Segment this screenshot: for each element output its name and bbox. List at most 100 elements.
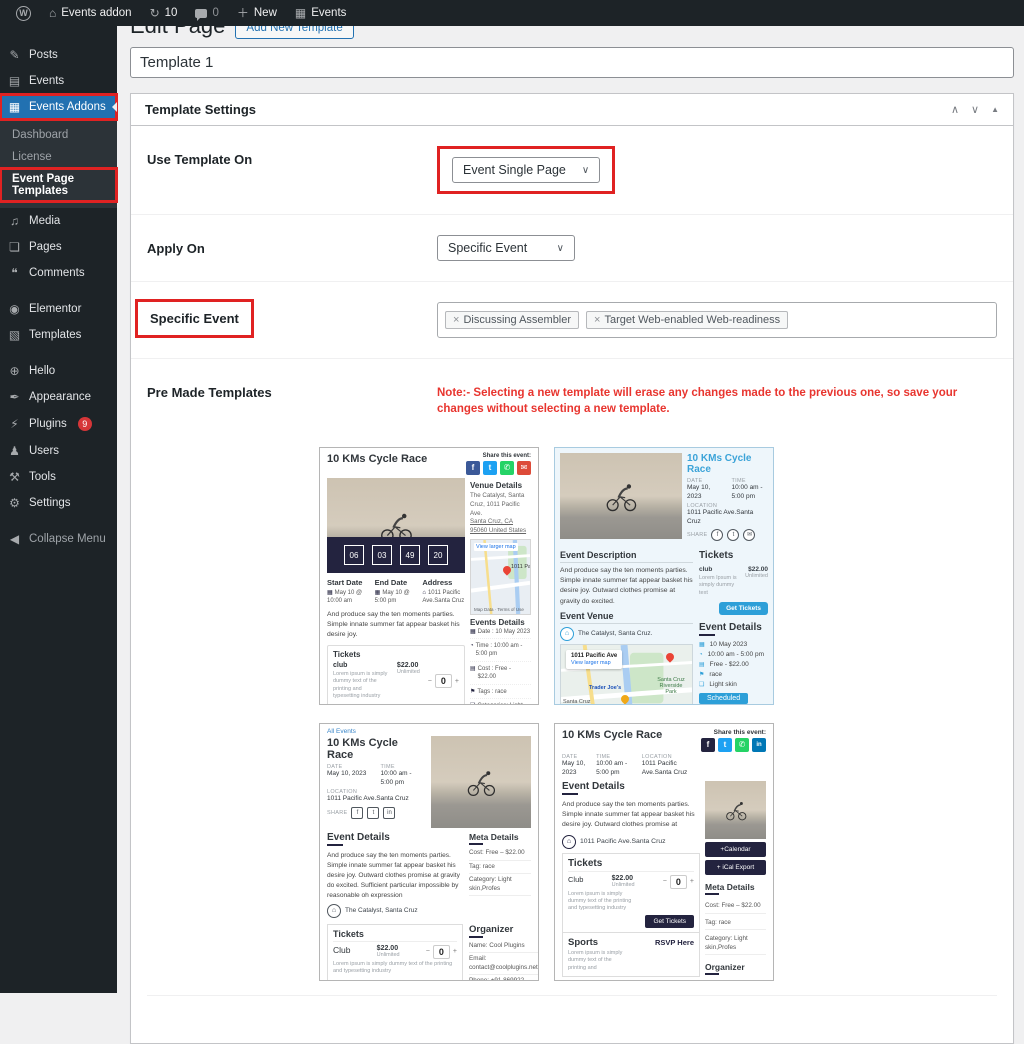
share-label: SHARE [327,810,347,816]
comments-icon [195,9,207,18]
comments-menu[interactable]: 0 [187,0,226,26]
selected-event-chip[interactable]: × Discussing Assembler [445,311,579,329]
organizer-name: Name: Cool Plugins [705,980,766,981]
wrench-icon: ⚒ [8,471,21,483]
events-addons-submenu: Dashboard License Event Page Templates [0,120,117,208]
adminbar-events-menu[interactable]: ▦ Events [287,0,355,26]
linkedin-icon[interactable]: in [752,738,766,752]
sidebar-item-pages[interactable]: ❏ Pages [0,234,117,260]
plus-icon[interactable]: + [455,678,459,685]
twitter-icon[interactable]: t [483,461,497,475]
facebook-icon[interactable]: f [351,807,363,819]
organizer-email: Email: contact@coolplugins.net [469,953,538,975]
quantity-stepper[interactable]: − 0 + [663,875,694,889]
address-label: Address [422,578,465,587]
twitter-icon[interactable]: t [727,529,739,541]
twitter-icon[interactable]: t [718,738,732,752]
premade-templates-grid: 10 KMs Cycle Race Share this event: f t … [319,447,997,981]
plus-icon[interactable]: + [690,878,694,885]
get-tickets-button[interactable]: Get Tickets [719,602,768,615]
sidebar-subitem-event-page-templates[interactable]: Event Page Templates [0,168,117,202]
quantity-stepper[interactable]: − 0 + [426,945,457,959]
template-name-input[interactable] [130,47,1014,78]
template-settings-panel: Template Settings ∧ ∨ ▲ Use Template On … [130,93,1014,1044]
facebook-icon[interactable]: f [466,461,480,475]
premade-template-1[interactable]: 10 KMs Cycle Race Share this event: f t … [319,447,539,705]
sidebar-subitem-license[interactable]: License [0,146,117,168]
minus-icon[interactable]: − [428,678,432,685]
linkedin-icon[interactable]: in [383,807,395,819]
apply-on-select[interactable]: Specific Event ∨ [437,235,575,261]
get-tickets-button[interactable]: Get Tickets [645,915,694,928]
panel-footer [147,995,997,1023]
remove-tag-icon[interactable]: × [594,314,600,326]
sidebar-item-events-addons[interactable]: ▦ Events Addons [0,94,117,120]
add-to-calendar-button[interactable]: +Calendar [705,842,766,857]
calendar-icon: ▦ [699,641,705,648]
sidebar-item-collapse-menu[interactable]: ◀ Collapse Menu [0,526,117,552]
venue-map[interactable]: 1011 Pacific Ave View larger map Trader … [560,644,693,706]
sidebar-item-posts[interactable]: ✎ Posts [0,42,117,68]
view-larger-map-link[interactable]: View larger map [571,660,611,666]
premade-template-3[interactable]: All Events 10 KMs Cycle Race DATE May 10… [319,723,539,981]
meta-cost: Cost: Free – $22.00 [705,900,766,914]
sidebar-item-tools[interactable]: ⚒ Tools [0,464,117,490]
move-up-icon[interactable]: ∧ [951,103,959,116]
twitter-icon[interactable]: t [367,807,379,819]
move-down-icon[interactable]: ∨ [971,103,979,116]
panel-header[interactable]: Template Settings ∧ ∨ ▲ [131,94,1013,126]
remove-tag-icon[interactable]: × [453,314,459,326]
minus-icon[interactable]: − [426,948,430,955]
ticket-description: Lorem ipsum is simply dummy text of the … [568,891,638,913]
facebook-icon[interactable]: f [711,529,723,541]
quantity-stepper[interactable]: − 0 + [428,662,459,701]
sidebar-subitem-dashboard[interactable]: Dashboard [0,124,117,146]
sidebar-item-label: Tools [29,471,56,483]
sidebar-item-media[interactable]: ♫ Media [0,208,117,234]
toggle-panel-icon[interactable]: ▲ [991,105,999,114]
all-events-link[interactable]: All Events [320,724,538,735]
map-pin-label: 1011 Pac.. Santa Cr.. [511,564,531,570]
sidebar-item-settings[interactable]: ⚙ Settings [0,490,117,516]
tickets-heading: Tickets [699,550,768,563]
premade-template-4[interactable]: 10 KMs Cycle Race Share this event: f t … [554,723,774,981]
sidebar-item-hello[interactable]: ⊕ Hello [0,358,117,384]
organizer-heading: Organizer [705,962,766,975]
specific-event-multiselect[interactable]: × Discussing Assembler × Target Web-enab… [437,302,997,338]
collapse-icon: ◀ [8,533,21,545]
comment-icon: ❝ [8,267,21,279]
rsvp-link[interactable]: RSVP Here [655,937,694,972]
whatsapp-icon[interactable]: ✆ [500,461,514,475]
address-icon: ⌂ [562,835,576,849]
email-icon[interactable]: ✉ [743,529,755,541]
sidebar-item-comments[interactable]: ❝ Comments [0,260,117,286]
wordpress-logo-menu[interactable]: W [8,0,39,26]
sidebar-item-plugins[interactable]: ⚡ Plugins 9 [0,410,117,438]
venue-map[interactable]: View larger map 1011 Pac.. Santa Cr.. Ma… [470,539,531,615]
premade-template-2[interactable]: 10 KMs Cycle Race DATE May 10, 2023 TIME… [554,447,774,705]
start-date-label: Start Date [327,578,370,587]
sidebar-item-elementor[interactable]: ◉ Elementor [0,296,117,322]
menu-separator [0,516,117,526]
event-venue-heading: Event Venue [560,611,693,624]
minus-icon[interactable]: − [663,878,667,885]
email-icon[interactable]: ✉ [517,461,531,475]
ical-export-button[interactable]: + iCal Export [705,860,766,875]
quantity-value: 0 [435,674,452,688]
site-name-menu[interactable]: ⌂ Events addon [41,0,140,26]
view-larger-map-link[interactable]: View larger map [474,543,518,551]
sidebar-item-label: Media [29,215,60,227]
sidebar-item-templates[interactable]: ▧ Templates [0,322,117,348]
facebook-icon[interactable]: f [701,738,715,752]
updates-menu[interactable]: ↻ 10 [142,0,186,26]
selected-event-chip[interactable]: × Target Web-enabled Web-readiness [586,311,788,329]
new-content-menu[interactable]: ＋ New [229,0,285,26]
use-template-on-select[interactable]: Event Single Page ∨ [452,157,600,183]
whatsapp-icon[interactable]: ✆ [735,738,749,752]
sidebar-item-appearance[interactable]: ✒ Appearance [0,384,117,410]
date-value: May 10, 2023 [562,760,589,777]
plus-icon[interactable]: + [453,948,457,955]
sidebar-item-events[interactable]: ▤ Events [0,68,117,94]
plus-icon: ＋ [237,7,249,19]
sidebar-item-users[interactable]: ♟ Users [0,438,117,464]
